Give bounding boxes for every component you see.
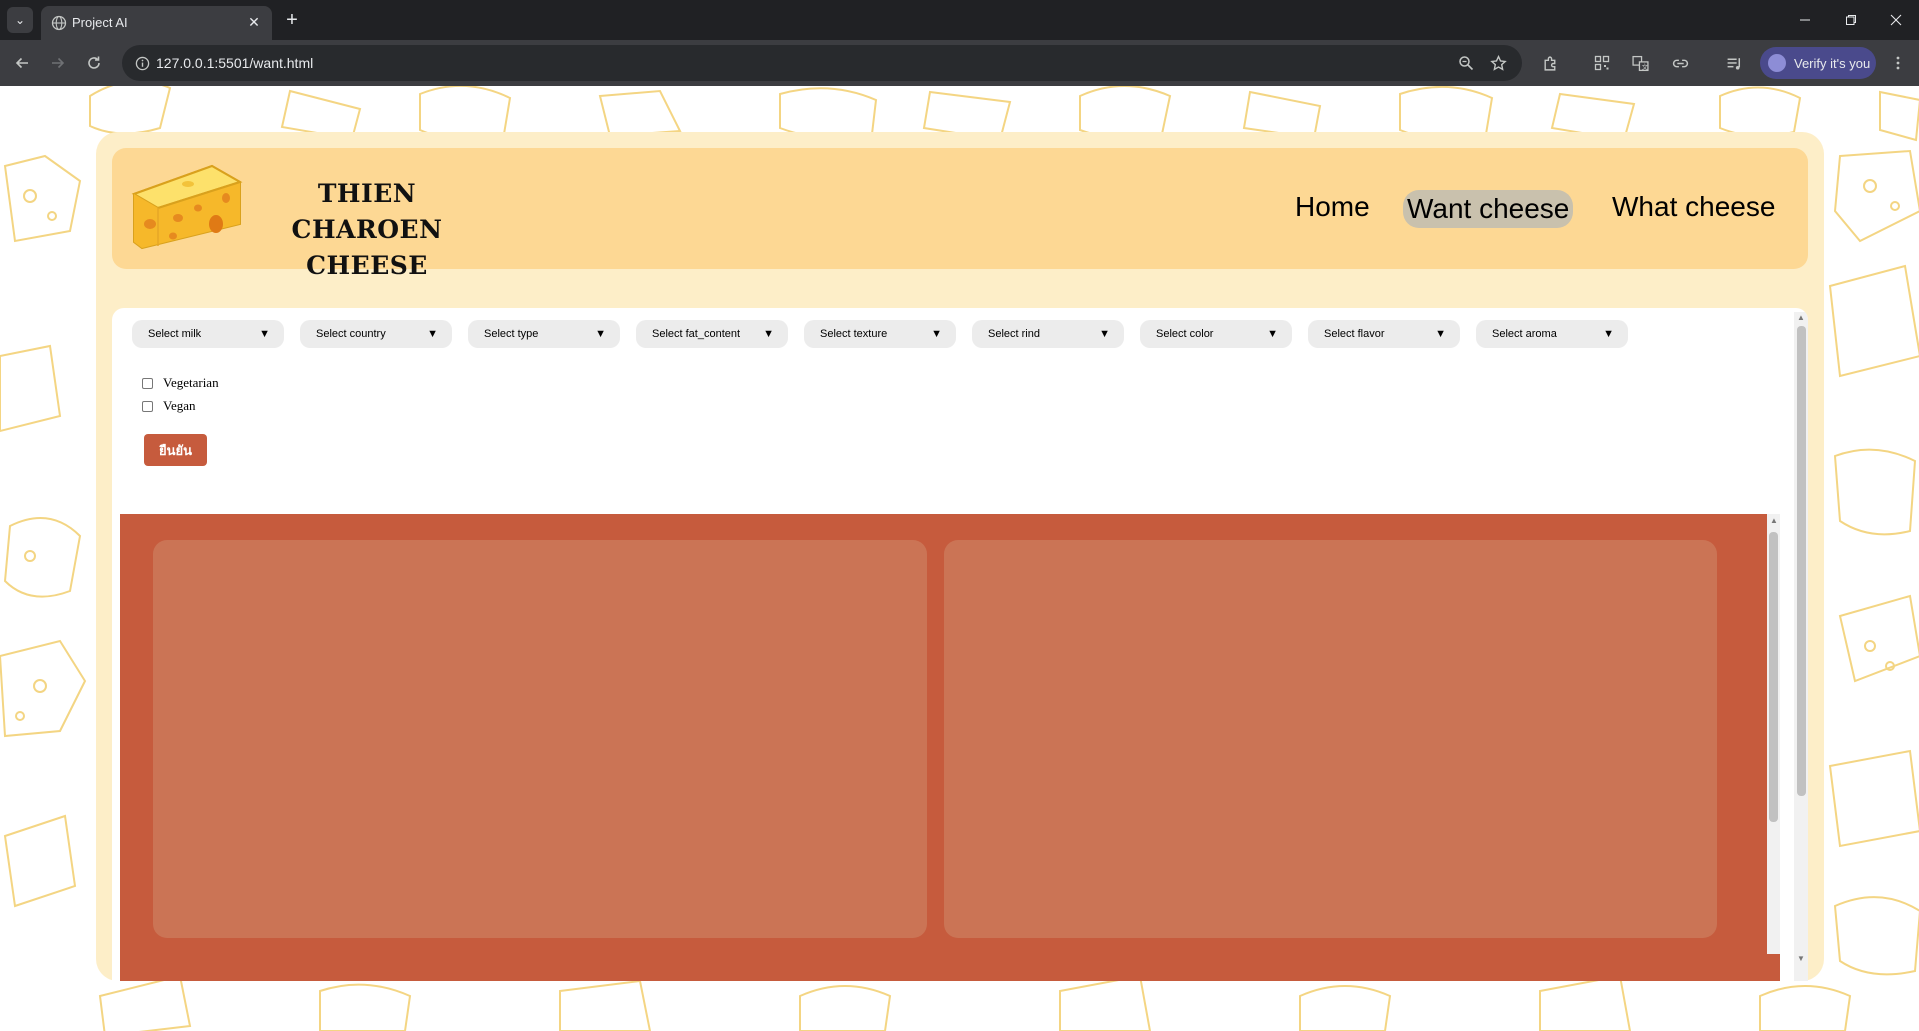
profile-avatar-icon: [1768, 54, 1786, 72]
dropdown-arrow-icon: ▼: [1435, 328, 1446, 340]
results-area: ▲: [120, 514, 1780, 981]
select-aroma-label: Select aroma: [1492, 328, 1557, 340]
site-header: THIEN CHAROEN CHEESE Home Want cheese Wh…: [112, 148, 1808, 280]
select-flavor[interactable]: Select flavor ▼: [1308, 320, 1460, 348]
select-color-label: Select color: [1156, 328, 1214, 340]
vegetarian-checkbox[interactable]: [142, 377, 153, 389]
translate-icon[interactable]: 文: [1626, 49, 1654, 77]
result-card[interactable]: [153, 540, 927, 938]
select-milk-label: Select milk: [148, 328, 202, 340]
dropdown-arrow-icon: ▼: [427, 328, 438, 340]
select-fat-content[interactable]: Select fat_content ▼: [636, 320, 788, 348]
confirm-button[interactable]: ยืนยัน: [144, 434, 207, 466]
select-aroma[interactable]: Select aroma ▼: [1476, 320, 1628, 348]
forward-icon[interactable]: [44, 49, 72, 77]
dropdown-arrow-icon: ▼: [595, 328, 606, 340]
info-icon[interactable]: [130, 51, 154, 75]
select-country-label: Select country: [316, 328, 386, 340]
brand-line-2: CHEESE: [306, 251, 428, 280]
nav-want-cheese[interactable]: Want cheese: [1403, 190, 1574, 228]
scroll-down-icon[interactable]: ▼: [1794, 954, 1808, 963]
zoom-icon[interactable]: [1452, 49, 1480, 77]
verify-label: Verify it's you: [1794, 55, 1871, 71]
brand-title: THIEN CHAROEN CHEESE: [252, 176, 482, 284]
filter-panel: Select milk ▼ Select country ▼ Select type…: [112, 308, 1808, 981]
scroll-up-icon[interactable]: ▲: [1767, 516, 1781, 525]
nav-what-cheese[interactable]: What cheese: [1608, 188, 1779, 226]
new-tab-icon[interactable]: +: [280, 8, 304, 32]
close-tab-icon[interactable]: ✕: [244, 12, 264, 32]
brand-line-1: THIEN CHAROEN: [291, 179, 443, 244]
select-texture-label: Select texture: [820, 328, 888, 340]
dropdown-arrow-icon: ▼: [931, 328, 942, 340]
tab-title: Project AI: [72, 15, 128, 30]
svg-text:文: 文: [1641, 61, 1648, 70]
select-color[interactable]: Select color ▼: [1140, 320, 1292, 348]
browser-tab-bar: ⌄ Project AI ✕ +: [0, 0, 1919, 40]
browser-tab[interactable]: Project AI ✕: [41, 6, 272, 40]
scroll-up-icon[interactable]: ▲: [1794, 313, 1808, 322]
dropdown-arrow-icon: ▼: [1267, 328, 1278, 340]
select-rind-label: Select rind: [988, 328, 1040, 340]
address-bar[interactable]: 127.0.0.1:5501/want.html: [122, 45, 1522, 81]
restore-icon[interactable]: [1828, 5, 1874, 35]
url-text: 127.0.0.1:5501/want.html: [156, 55, 314, 71]
cheese-logo[interactable]: [128, 162, 246, 250]
panel-scrollbar-thumb[interactable]: [1797, 326, 1806, 796]
select-type-label: Select type: [484, 328, 539, 340]
menu-icon[interactable]: [1884, 49, 1912, 77]
select-fat-content-label: Select fat_content: [652, 328, 741, 340]
vegetarian-option[interactable]: Vegetarian: [142, 374, 219, 392]
globe-icon: [51, 15, 67, 31]
select-rind[interactable]: Select rind ▼: [972, 320, 1124, 348]
nav-home[interactable]: Home: [1291, 188, 1374, 226]
vegan-option[interactable]: Vegan: [142, 397, 196, 415]
link-icon[interactable]: [1666, 49, 1694, 77]
select-milk[interactable]: Select milk ▼: [132, 320, 284, 348]
select-type[interactable]: Select type ▼: [468, 320, 620, 348]
dropdown-arrow-icon: ▼: [1603, 328, 1614, 340]
tab-list-icon[interactable]: ⌄: [7, 7, 33, 33]
select-flavor-label: Select flavor: [1324, 328, 1385, 340]
vegan-label: Vegan: [163, 398, 196, 413]
verify-button[interactable]: Verify it's you: [1760, 47, 1876, 79]
extension-icon[interactable]: [1536, 49, 1564, 77]
vegetarian-label: Vegetarian: [163, 375, 219, 390]
web-page: THIEN CHAROEN CHEESE Home Want cheese Wh…: [0, 86, 1919, 1031]
result-card[interactable]: [944, 540, 1717, 938]
dropdown-arrow-icon: ▼: [259, 328, 270, 340]
qr-icon[interactable]: [1588, 49, 1616, 77]
star-icon[interactable]: [1484, 49, 1512, 77]
vegan-checkbox[interactable]: [142, 400, 153, 412]
results-scrollbar-thumb[interactable]: [1769, 532, 1778, 822]
select-country[interactable]: Select country ▼: [300, 320, 452, 348]
window-close-icon[interactable]: [1873, 5, 1919, 35]
minimize-icon[interactable]: [1782, 5, 1828, 35]
browser-toolbar: 127.0.0.1:5501/want.html 文 Verify it's y…: [0, 40, 1919, 86]
dropdown-arrow-icon: ▼: [1099, 328, 1110, 340]
dropdown-arrow-icon: ▼: [763, 328, 774, 340]
back-icon[interactable]: [8, 49, 36, 77]
select-texture[interactable]: Select texture ▼: [804, 320, 956, 348]
main-card: THIEN CHAROEN CHEESE Home Want cheese Wh…: [96, 132, 1824, 981]
media-icon[interactable]: [1720, 49, 1748, 77]
reload-icon[interactable]: [80, 49, 108, 77]
